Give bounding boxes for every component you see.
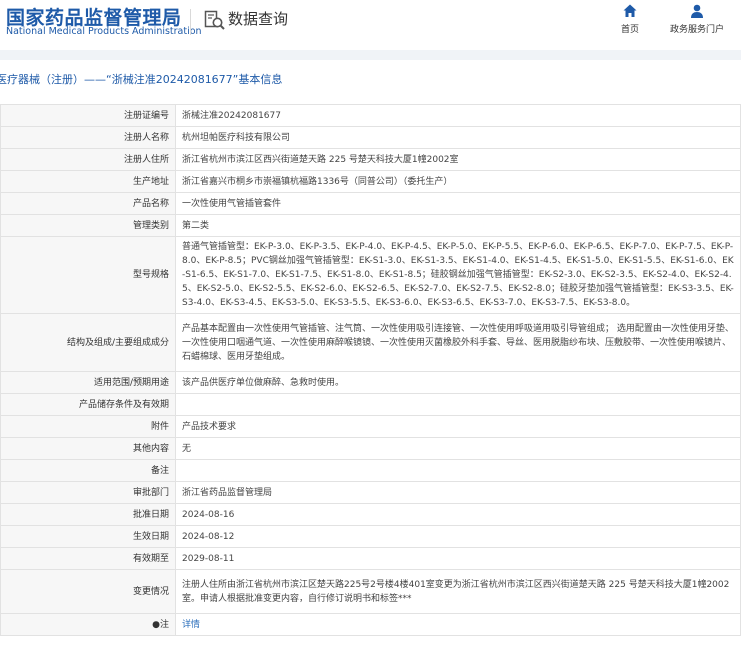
section-title: 医疗器械（注册）——“浙械注准20242081677”基本信息 (0, 73, 283, 86)
table-row: 型号规格 普通气管插管型：EK-P-3.0、EK-P-3.5、EK-P-4.0、E… (0, 236, 741, 314)
field-label: 变更情况 (0, 569, 176, 614)
field-value: 普通气管插管型：EK-P-3.0、EK-P-3.5、EK-P-4.0、EK-P-… (175, 236, 741, 314)
field-label: 产品名称 (0, 192, 176, 215)
field-label: 生产地址 (0, 170, 176, 193)
field-label: 注册人住所 (0, 148, 176, 171)
nav-gov-label: 政务服务门户 (669, 25, 724, 35)
detail-table: 注册证编号 浙械注准20242081677 注册人名称 杭州坦帕医疗科技有限公司 注册人… (0, 104, 741, 636)
field-label: 附件 (0, 415, 176, 438)
data-query-icon (204, 10, 225, 30)
field-value: 产品基本配置由一次性使用气管插管、注气筒、一次性使用吸引连接管、一次性使用呼吸道… (175, 313, 741, 372)
field-value: 产品技术要求 (175, 415, 741, 438)
field-label: 注册证编号 (0, 104, 176, 127)
table-row: 批准日期 2024-08-16 (0, 503, 741, 526)
field-value (175, 459, 741, 482)
header-band (0, 50, 741, 60)
nav-home-label: 首页 (620, 25, 639, 35)
table-row: ●注 详情 (0, 613, 741, 636)
page-title: 数据查询 (228, 10, 289, 28)
table-row: 变更情况 注册人住所由浙江省杭州市滨江区楚天路225号2号楼4楼401室变更为浙江… (0, 569, 741, 614)
field-value: 杭州坦帕医疗科技有限公司 (175, 126, 741, 149)
table-row: 产品名称 一次性使用气管插管套件 (0, 192, 741, 215)
field-value: 浙江省嘉兴市桐乡市崇福镇杭福路1336号（同普公司）（委托生产） (175, 170, 741, 193)
field-value: 浙江省药品监督管理局 (175, 481, 741, 504)
field-value: 2029-08-11 (175, 547, 741, 570)
field-value: 注册人住所由浙江省杭州市滨江区楚天路225号2号楼4楼401室变更为浙江省杭州市… (175, 569, 741, 614)
site-logo-en[interactable]: National Medical Products Administration (6, 26, 202, 37)
table-row: 适用范围/预期用途 该产品供医疗单位做麻醉、急救时使用。 (0, 371, 741, 394)
field-value: 浙械注准20242081677 (175, 104, 741, 127)
table-row: 注册人住所 浙江省杭州市滨江区西兴街道楚天路 225 号楚天科技大厦1幢2002室 (0, 148, 741, 171)
field-value (175, 393, 741, 416)
field-label: 其他内容 (0, 437, 176, 460)
field-value: 2024-08-16 (175, 503, 741, 526)
field-label: 注册人名称 (0, 126, 176, 149)
header-divider (190, 9, 191, 35)
table-row: 附件 产品技术要求 (0, 415, 741, 438)
table-row: 产品储存条件及有效期 (0, 393, 741, 416)
table-row: 生效日期 2024-08-12 (0, 525, 741, 548)
field-label: ●注 (0, 613, 176, 636)
field-label: 生效日期 (0, 525, 176, 548)
home-icon (623, 4, 637, 17)
field-label: 型号规格 (0, 236, 176, 314)
field-label: 适用范围/预期用途 (0, 371, 176, 394)
user-icon (691, 4, 703, 18)
field-value: 2024-08-12 (175, 525, 741, 548)
details-link[interactable]: 详情 (182, 620, 200, 630)
table-row: 生产地址 浙江省嘉兴市桐乡市崇福镇杭福路1336号（同普公司）（委托生产） (0, 170, 741, 193)
site-header: 国家药品监督管理局 National Medical Products Admi… (0, 0, 741, 50)
table-row: 管理类别 第二类 (0, 214, 741, 237)
table-row: 注册人名称 杭州坦帕医疗科技有限公司 (0, 126, 741, 149)
table-row: 注册证编号 浙械注准20242081677 (0, 104, 741, 127)
nav-gov-portal[interactable]: 政务服务门户 (664, 3, 730, 35)
table-row: 审批部门 浙江省药品监督管理局 (0, 481, 741, 504)
nav-home[interactable]: 首页 (614, 3, 646, 35)
table-row: 有效期至 2029-08-11 (0, 547, 741, 570)
field-value: 浙江省杭州市滨江区西兴街道楚天路 225 号楚天科技大厦1幢2002室 (175, 148, 741, 171)
field-label: 备注 (0, 459, 176, 482)
field-value: 一次性使用气管插管套件 (175, 192, 741, 215)
field-label: 管理类别 (0, 214, 176, 237)
table-row: 备注 (0, 459, 741, 482)
field-label: 有效期至 (0, 547, 176, 570)
field-label: 批准日期 (0, 503, 176, 526)
field-value: 第二类 (175, 214, 741, 237)
table-row: 其他内容无 (0, 437, 741, 460)
field-label: 结构及组成/主要组成成分 (0, 313, 176, 372)
field-value: 该产品供医疗单位做麻醉、急救时使用。 (175, 371, 741, 394)
field-value: 详情 (175, 613, 741, 636)
field-label: 产品储存条件及有效期 (0, 393, 176, 416)
table-row: 结构及组成/主要组成成分 产品基本配置由一次性使用气管插管、注气筒、一次性使用吸引… (0, 313, 741, 372)
field-label: 审批部门 (0, 481, 176, 504)
field-value: 无 (175, 437, 741, 460)
